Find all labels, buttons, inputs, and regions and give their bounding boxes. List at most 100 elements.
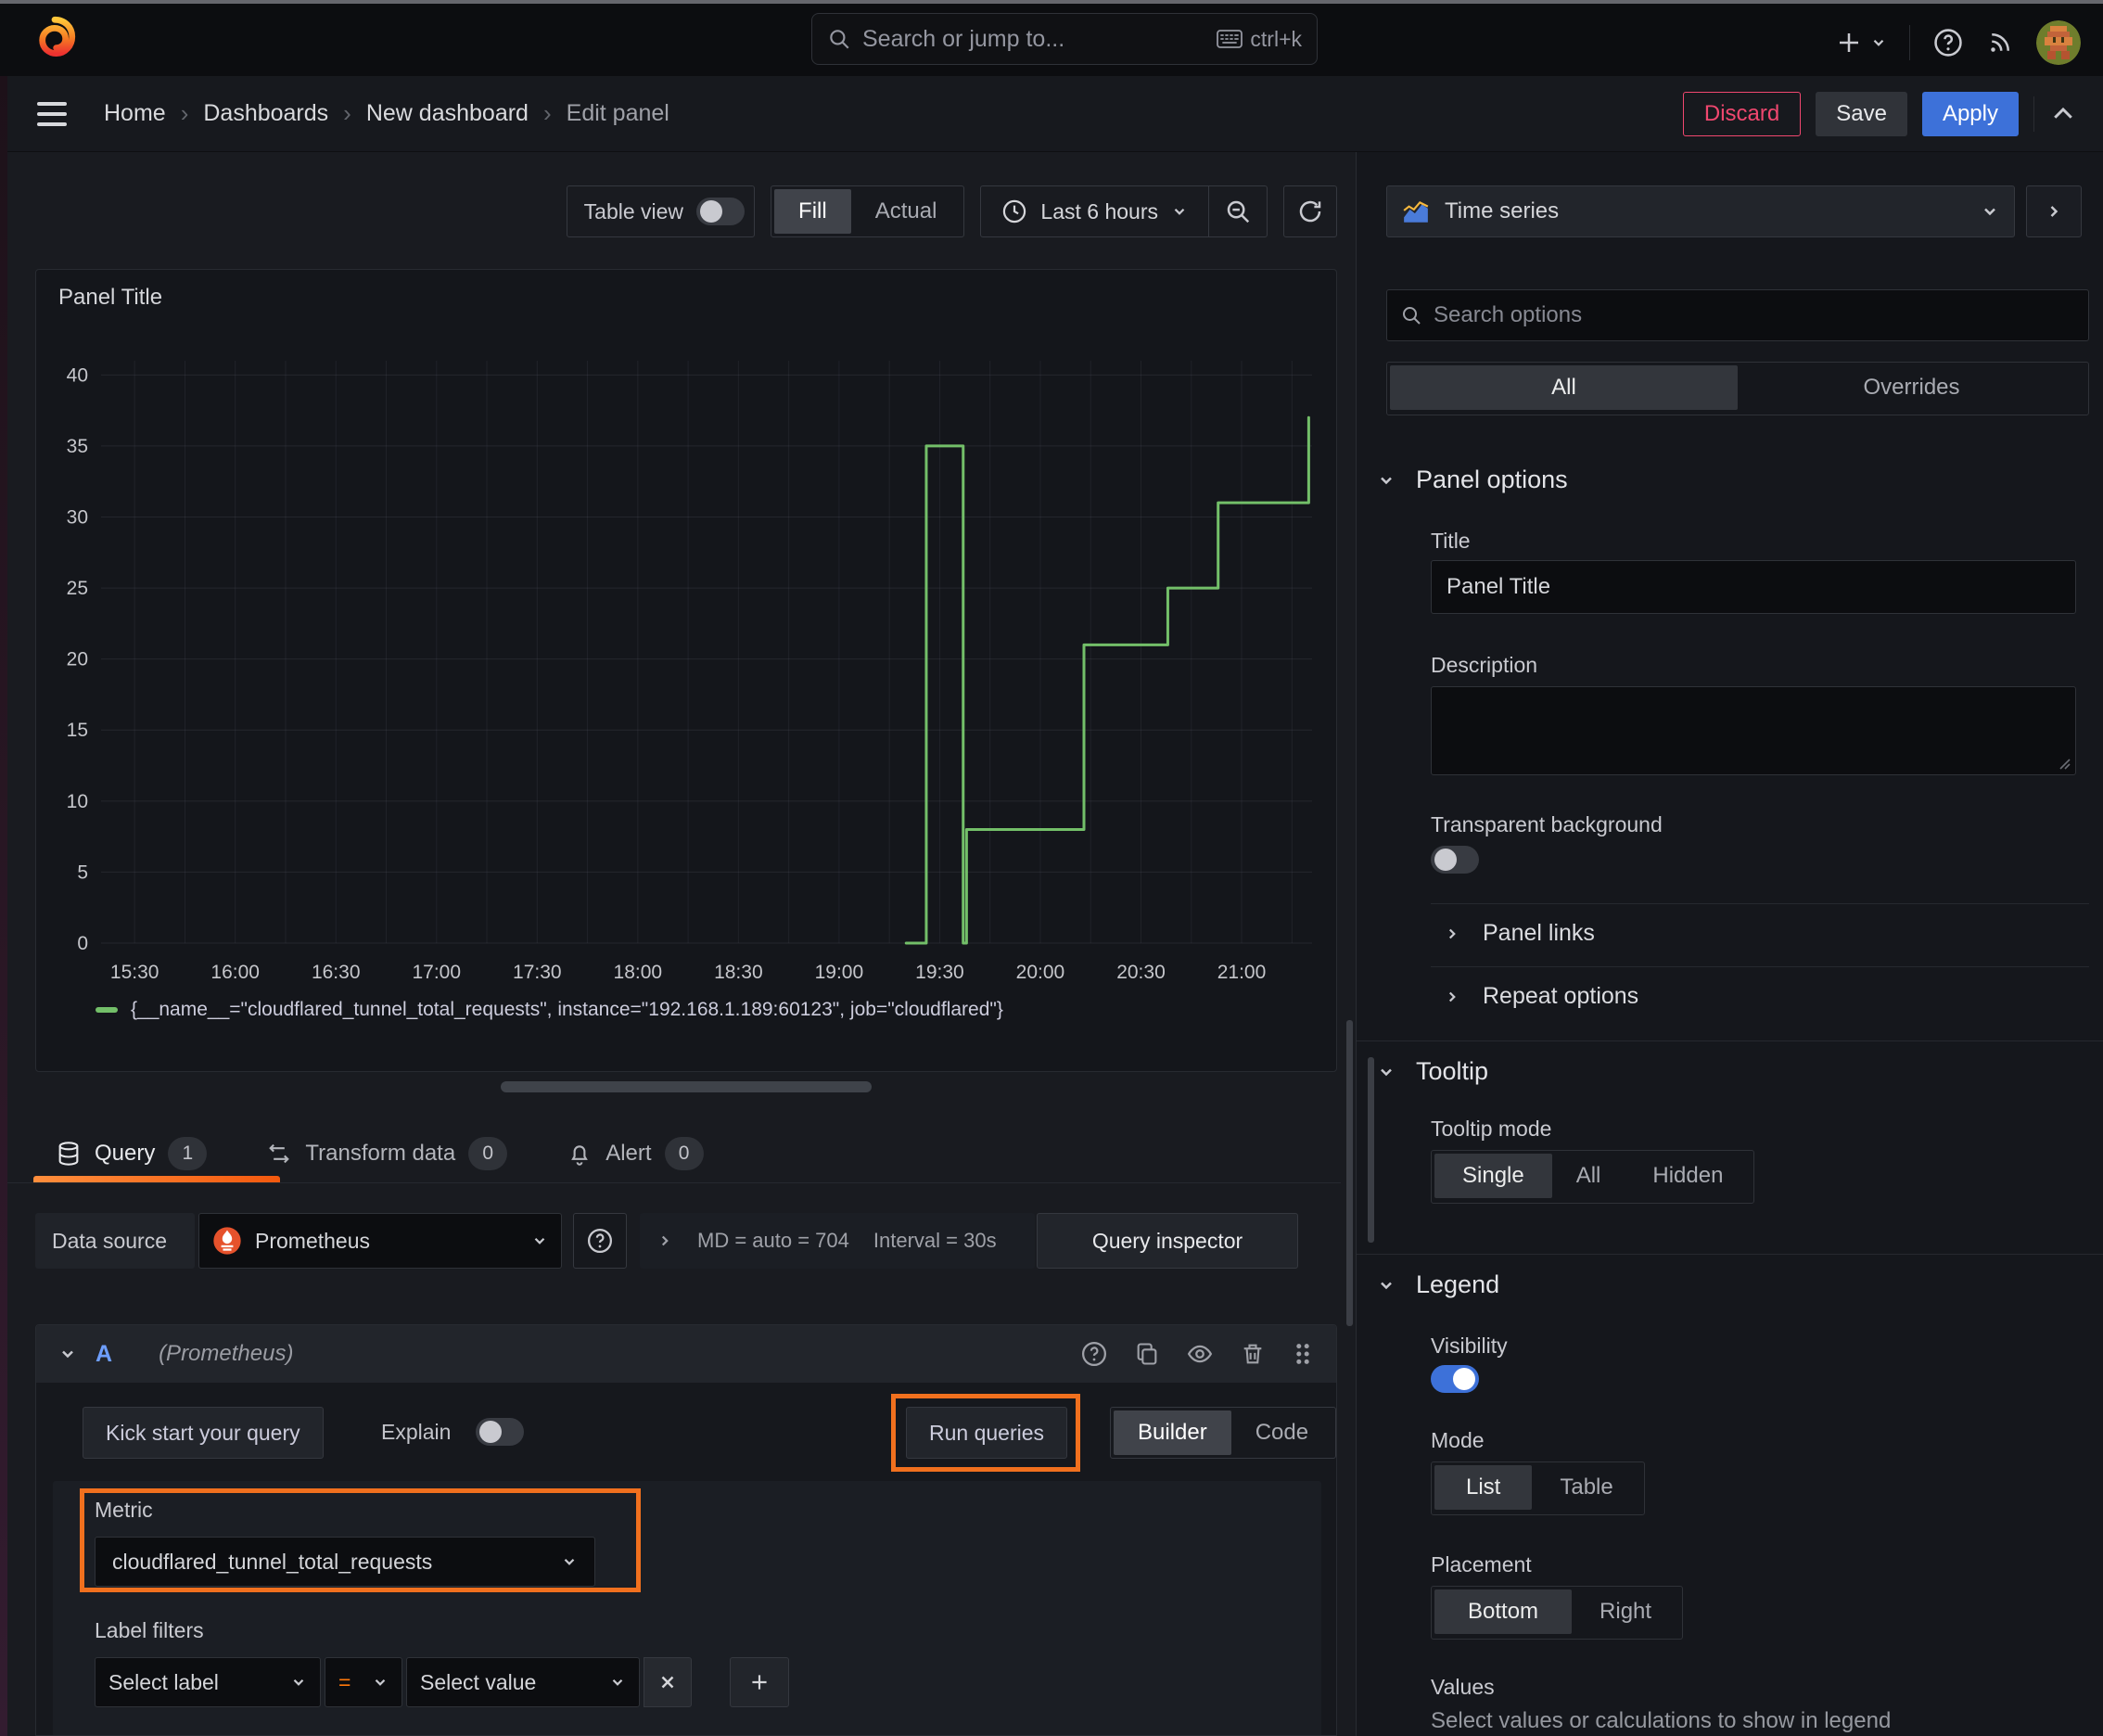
- description-textarea[interactable]: [1431, 686, 2076, 775]
- toggle-visibility-eye-icon[interactable]: [1186, 1340, 1214, 1368]
- collapse-options-pane-icon[interactable]: [2049, 100, 2077, 128]
- tooltip-mode-label: Tooltip mode: [1431, 1117, 1552, 1141]
- tooltip-all-option[interactable]: All: [1552, 1154, 1625, 1198]
- run-queries-button[interactable]: Run queries: [906, 1407, 1068, 1459]
- delete-query-trash-icon[interactable]: [1240, 1341, 1266, 1367]
- transparent-background-toggle[interactable]: [1431, 846, 1479, 874]
- code-option[interactable]: Code: [1231, 1410, 1332, 1455]
- svg-text:16:30: 16:30: [312, 962, 361, 983]
- legend-mode-label: Mode: [1431, 1428, 1485, 1452]
- help-icon[interactable]: [1932, 27, 1964, 58]
- breadcrumb-home[interactable]: Home: [104, 100, 166, 127]
- filter-all-tab[interactable]: All: [1390, 365, 1738, 410]
- metric-value: cloudflared_tunnel_total_requests: [112, 1549, 433, 1574]
- chart-legend[interactable]: {__name__="cloudflared_tunnel_total_requ…: [96, 999, 1003, 1021]
- news-rss-icon[interactable]: [1986, 29, 2014, 57]
- panel-links-section[interactable]: Panel links: [1444, 920, 1595, 947]
- resize-corner-icon[interactable]: [2057, 756, 2071, 771]
- repeat-options-section[interactable]: Repeat options: [1444, 983, 1638, 1010]
- user-avatar[interactable]: [2036, 20, 2081, 65]
- breadcrumb: Home › Dashboards › New dashboard › Edit…: [104, 99, 669, 128]
- query-help-icon[interactable]: [1080, 1340, 1108, 1368]
- tab-transform-data[interactable]: Transform data 0: [266, 1137, 508, 1170]
- query-inspector-button[interactable]: Query inspector: [1037, 1213, 1298, 1269]
- main-scrollbar-thumb[interactable]: [1346, 1020, 1353, 1326]
- time-range-label: Last 6 hours: [1040, 198, 1158, 223]
- tooltip-hidden-option[interactable]: Hidden: [1625, 1154, 1751, 1198]
- legend-table-option[interactable]: Table: [1532, 1465, 1640, 1510]
- grafana-logo-icon[interactable]: [32, 15, 78, 61]
- description-field-label: Description: [1431, 653, 1538, 677]
- placement-bottom-option[interactable]: Bottom: [1434, 1589, 1573, 1634]
- refresh-button[interactable]: [1283, 185, 1337, 237]
- tooltip-section-header[interactable]: Tooltip: [1377, 1057, 1488, 1086]
- tooltip-single-option[interactable]: Single: [1434, 1154, 1552, 1198]
- visualization-picker[interactable]: Time series: [1386, 185, 2015, 237]
- search-icon: [827, 27, 851, 51]
- search-placeholder: Search or jump to...: [862, 25, 1065, 52]
- operator-dropdown[interactable]: =: [325, 1657, 402, 1707]
- legend-visibility-toggle[interactable]: [1431, 1365, 1479, 1393]
- search-options-input[interactable]: Search options: [1386, 289, 2089, 341]
- legend-list-option[interactable]: List: [1434, 1465, 1533, 1510]
- metric-select[interactable]: cloudflared_tunnel_total_requests: [95, 1537, 595, 1587]
- query-count-badge: 1: [168, 1137, 208, 1170]
- zoom-out-button[interactable]: [1209, 186, 1267, 236]
- add-filter-button[interactable]: [730, 1657, 789, 1707]
- timeseries-chart[interactable]: 0 5 10 15 20 25 30 35 40 15:30 16:00 16:30 17:00 17:3…: [44, 348, 1327, 997]
- svg-text:19:00: 19:00: [815, 962, 864, 983]
- select-value-dropdown[interactable]: Select value: [406, 1657, 640, 1707]
- toggle-viz-suggestions-button[interactable]: [2026, 185, 2082, 237]
- plus-icon: [752, 1675, 767, 1690]
- filter-overrides-tab[interactable]: Overrides: [1738, 365, 2085, 410]
- global-search-input[interactable]: Search or jump to... ctrl+k: [811, 13, 1318, 65]
- save-button[interactable]: Save: [1816, 91, 1907, 136]
- breadcrumb-dashboards[interactable]: Dashboards: [203, 100, 328, 127]
- add-menu-button[interactable]: [1835, 29, 1887, 57]
- visualization-name: Time series: [1445, 198, 1560, 223]
- tab-alert[interactable]: Alert 0: [567, 1137, 704, 1170]
- datasource-select[interactable]: Prometheus: [198, 1213, 562, 1269]
- chevron-down-icon: [1381, 1068, 1392, 1076]
- table-view-toggle-group: Table view: [566, 185, 756, 237]
- duplicate-query-icon[interactable]: [1134, 1341, 1160, 1367]
- kick-start-query-button[interactable]: Kick start your query: [83, 1407, 324, 1459]
- apply-button[interactable]: Apply: [1921, 91, 2019, 136]
- tab-query[interactable]: Query 1: [56, 1137, 208, 1170]
- svg-text:20: 20: [67, 649, 88, 670]
- database-icon: [58, 1142, 79, 1166]
- svg-text:10: 10: [67, 791, 88, 812]
- builder-option[interactable]: Builder: [1114, 1410, 1231, 1455]
- builder-code-switch: Builder Code: [1110, 1407, 1336, 1459]
- menu-icon[interactable]: [37, 101, 67, 126]
- chevron-right-icon: [1448, 991, 1456, 1002]
- breadcrumb-separator: ›: [542, 99, 552, 127]
- breadcrumb-separator: ›: [180, 99, 189, 127]
- fill-option[interactable]: Fill: [774, 189, 851, 234]
- options-filter-tabs: All Overrides: [1386, 362, 2089, 415]
- time-range-button[interactable]: Last 6 hours: [981, 186, 1208, 236]
- chevron-right-icon: [1448, 928, 1456, 938]
- panel-options-section-header[interactable]: Panel options: [1377, 466, 1568, 494]
- actual-option[interactable]: Actual: [851, 189, 962, 234]
- breadcrumb-new-dashboard[interactable]: New dashboard: [366, 100, 529, 127]
- drag-handle-grip-icon[interactable]: [1292, 1341, 1314, 1367]
- chevron-right-icon: [661, 1235, 669, 1246]
- interval-stat: Interval = 30s: [873, 1229, 997, 1252]
- query-row-header[interactable]: A (Prometheus): [36, 1325, 1336, 1383]
- explain-toggle[interactable]: [476, 1418, 524, 1446]
- table-view-toggle[interactable]: [696, 198, 746, 225]
- query-options-summary[interactable]: MD = auto = 704 Interval = 30s: [640, 1213, 1035, 1269]
- legend-section-header[interactable]: Legend: [1377, 1270, 1499, 1299]
- sidebar-scrollbar-thumb[interactable]: [1368, 1057, 1374, 1243]
- panel-title: Panel Title: [58, 285, 163, 310]
- panel-resize-handle[interactable]: [501, 1081, 872, 1092]
- svg-text:35: 35: [67, 436, 88, 457]
- datasource-help-button[interactable]: [573, 1213, 627, 1269]
- remove-filter-button[interactable]: [644, 1657, 692, 1707]
- placement-right-option[interactable]: Right: [1572, 1589, 1679, 1634]
- panel-title-input[interactable]: Panel Title: [1431, 560, 2076, 614]
- chevron-down-icon: [1381, 477, 1392, 484]
- discard-button[interactable]: Discard: [1682, 91, 1802, 136]
- select-label-dropdown[interactable]: Select label: [95, 1657, 321, 1707]
